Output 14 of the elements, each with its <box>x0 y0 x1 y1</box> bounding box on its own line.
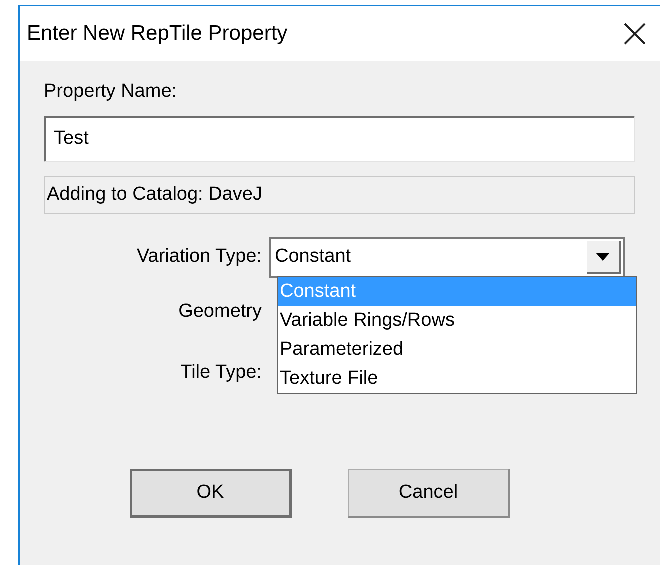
close-icon[interactable] <box>624 22 646 44</box>
field-label: Property Name: <box>44 80 178 104</box>
dropdown-option[interactable]: Variable Rings/Rows <box>278 306 636 335</box>
catalog-field: Adding to Catalog: DaveJ <box>44 176 635 214</box>
field-label: Variation Type: <box>136 245 263 270</box>
dropdown-option[interactable]: Texture File <box>278 364 636 393</box>
dialog-button[interactable]: OK <box>130 469 292 518</box>
dropdown-option[interactable]: Parameterized <box>278 335 636 364</box>
dialog-button[interactable]: Cancel <box>348 469 510 518</box>
window-title: Enter New RepTile Property <box>27 20 288 47</box>
variation-type-dropdown[interactable]: Constant <box>269 237 625 278</box>
field-label: Geometry <box>178 300 263 324</box>
property-name-field[interactable]: Test <box>44 116 635 162</box>
field-label: Tile Type: <box>180 360 263 384</box>
